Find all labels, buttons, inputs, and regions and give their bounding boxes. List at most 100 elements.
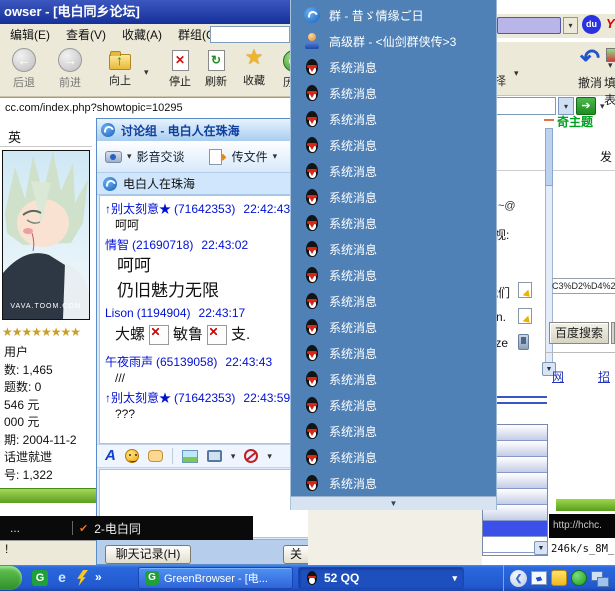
qq-chat-title-bar[interactable]: 讨论组 - 电白人在珠海 — [97, 119, 309, 141]
panel-item-system-message[interactable]: 系统消息 — [291, 288, 496, 314]
webcam-icon[interactable] — [105, 151, 122, 163]
page-row-label[interactable]: n. — [496, 310, 506, 324]
quicklaunch-overflow-icon[interactable]: » — [95, 570, 102, 584]
quicklaunch-lightning-icon[interactable] — [76, 570, 88, 586]
panel-item-system-message[interactable]: 系统消息 — [291, 184, 496, 210]
page-fa-text[interactable]: 发 — [600, 148, 612, 165]
video-dropdown-icon[interactable]: ▾ — [127, 151, 132, 162]
baidu-search-button[interactable]: 百度搜索 — [549, 322, 609, 344]
menu-view[interactable]: 查看(V) — [66, 26, 106, 43]
go-more-dropdown-icon[interactable]: ▾ — [600, 101, 605, 112]
qq-group-bar[interactable]: 电白人在珠海 — [97, 173, 309, 195]
page-divider — [494, 170, 615, 171]
page-link[interactable]: 网 — [552, 368, 564, 385]
toolbar-search-input[interactable] — [497, 17, 561, 34]
search-dropdown-icon[interactable]: ▾ — [563, 17, 578, 34]
page-link[interactable]: 招 — [598, 368, 610, 385]
dropdown-scroll-icon[interactable]: ▼ — [534, 541, 548, 555]
chat-history-button[interactable]: 聊天记录(H) — [105, 545, 191, 564]
speed-text: 246k/s_8M_2 — [551, 543, 615, 555]
panel-item-system-message[interactable]: 系统消息 — [291, 54, 496, 80]
file-icon[interactable] — [209, 149, 222, 165]
menu-search-box[interactable] — [210, 26, 290, 43]
encoded-url-field[interactable]: C3%D2%D4%22% — [552, 278, 615, 294]
panel-item-group[interactable]: 群 - 昔ゞ情缘ご日 — [291, 2, 496, 28]
panel-item-system-message[interactable]: 系统消息 — [291, 210, 496, 236]
second-button-fragment[interactable] — [611, 322, 615, 344]
panel-item-adv-group[interactable]: 高级群 - <仙剑群侠传>3 — [291, 28, 496, 54]
page-theme-text[interactable]: 奇主题 — [557, 113, 593, 130]
info-line: 000 元 — [4, 414, 96, 432]
up-button[interactable]: ↑ 向上 — [98, 48, 142, 88]
undo-button[interactable]: 撤消 — [578, 74, 602, 91]
panel-item-system-message[interactable]: 系统消息 — [291, 314, 496, 340]
panel-item-system-message[interactable]: 系统消息 — [291, 366, 496, 392]
send-picture-icon[interactable] — [182, 450, 198, 463]
shortcut-page-icon[interactable] — [518, 282, 532, 298]
fill-form-button[interactable]: 填表 — [604, 74, 615, 108]
panel-item-system-message[interactable]: 系统消息 — [291, 470, 496, 496]
address-bar[interactable]: cc.com/index.php?showtopic=10295 — [0, 97, 308, 117]
emoticon-icon[interactable] — [125, 449, 139, 463]
tray-chart-icon[interactable] — [531, 571, 547, 585]
send-file-button[interactable]: 传文件 — [232, 148, 268, 165]
tray-green-icon[interactable] — [571, 570, 587, 586]
capture-dropdown-icon[interactable]: ▾ — [231, 451, 236, 462]
fill-form-icon[interactable] — [606, 48, 615, 62]
info-line: 号: 1,322 — [4, 467, 96, 485]
panel-item-system-message[interactable]: 系统消息 — [291, 106, 496, 132]
qq-penguin-icon — [304, 345, 320, 362]
yahoo-icon[interactable]: Y! — [606, 16, 615, 31]
panel-item-system-message[interactable]: 系统消息 — [291, 340, 496, 366]
menu-favorites[interactable]: 收藏(A) — [122, 26, 162, 43]
go-address-input[interactable] — [494, 97, 556, 115]
task-button-greenbrowser[interactable]: G GreenBrowser - [电... — [138, 567, 293, 589]
task-button-qq[interactable]: 52 QQ ▾ — [298, 567, 464, 589]
panel-item-system-message[interactable]: 系统消息 — [291, 418, 496, 444]
close-button[interactable]: 关 — [283, 545, 310, 564]
menu-edit[interactable]: 编辑(E) — [10, 26, 50, 43]
video-chat-button[interactable]: 影音交谈 — [137, 148, 185, 165]
panel-item-system-message[interactable]: 系统消息 — [291, 444, 496, 470]
chat-message-area[interactable]: ↑别太刻意★(71642353)22:42:43 呵呵 情智(21690718)… — [99, 195, 309, 444]
phone-icon[interactable] — [518, 334, 529, 350]
dropdown-row-selected[interactable] — [483, 521, 547, 537]
panel-item-system-message[interactable]: 系统消息 — [291, 262, 496, 288]
tab-ellipsis[interactable]: ... — [10, 521, 20, 535]
panel-item-system-message[interactable]: 系统消息 — [291, 80, 496, 106]
quick-reply-icon[interactable] — [148, 450, 163, 462]
tray-collapse-icon[interactable]: ❮ — [510, 570, 527, 587]
shortcut-page-icon[interactable] — [518, 308, 532, 324]
panel-scroll-down[interactable]: ▼ — [291, 496, 496, 510]
font-icon[interactable]: A — [105, 447, 116, 465]
baidu-icon[interactable]: du — [582, 15, 601, 34]
panel-item-system-message[interactable]: 系统消息 — [291, 158, 496, 184]
qq-penguin-icon — [305, 571, 319, 586]
favorites-button[interactable]: ★ 收藏 — [232, 46, 276, 88]
block-chat-icon[interactable] — [244, 449, 258, 463]
task-dropdown-icon[interactable]: ▾ — [452, 573, 457, 584]
group-chat-icon — [304, 7, 320, 23]
quicklaunch-greenbrowser-icon[interactable]: G — [32, 570, 48, 586]
forward-button[interactable]: → 前进 — [48, 48, 92, 90]
folder-up-icon: ↑ — [109, 54, 131, 70]
back-button[interactable]: ← 后退 — [2, 48, 46, 90]
tray-network-icon[interactable] — [591, 571, 608, 586]
file-dropdown-icon[interactable]: ▾ — [273, 151, 278, 162]
tray-qq-icon[interactable] — [551, 570, 567, 586]
block-dropdown-icon[interactable]: ▾ — [267, 451, 272, 462]
panel-item-system-message[interactable]: 系统消息 — [291, 392, 496, 418]
qq-penguin-icon — [304, 59, 320, 76]
forward-icon: → — [58, 48, 82, 72]
start-button[interactable] — [0, 566, 22, 590]
page-scrollbar-thumb[interactable] — [545, 128, 553, 186]
pick-dropdown-icon[interactable]: ▾ — [514, 68, 519, 79]
tab-active[interactable]: 2-电白同 — [94, 520, 141, 537]
panel-item-system-message[interactable]: 系统消息 — [291, 132, 496, 158]
panel-item-system-message[interactable]: 系统消息 — [291, 236, 496, 262]
undo-icon[interactable]: ↶ — [580, 44, 600, 73]
browser-title-bar[interactable]: owser - [电白同乡论坛] — [0, 0, 308, 24]
quicklaunch-ie-icon[interactable]: e — [54, 569, 70, 585]
screen-capture-icon[interactable] — [207, 450, 222, 462]
up-dropdown-icon[interactable]: ▾ — [144, 67, 149, 78]
